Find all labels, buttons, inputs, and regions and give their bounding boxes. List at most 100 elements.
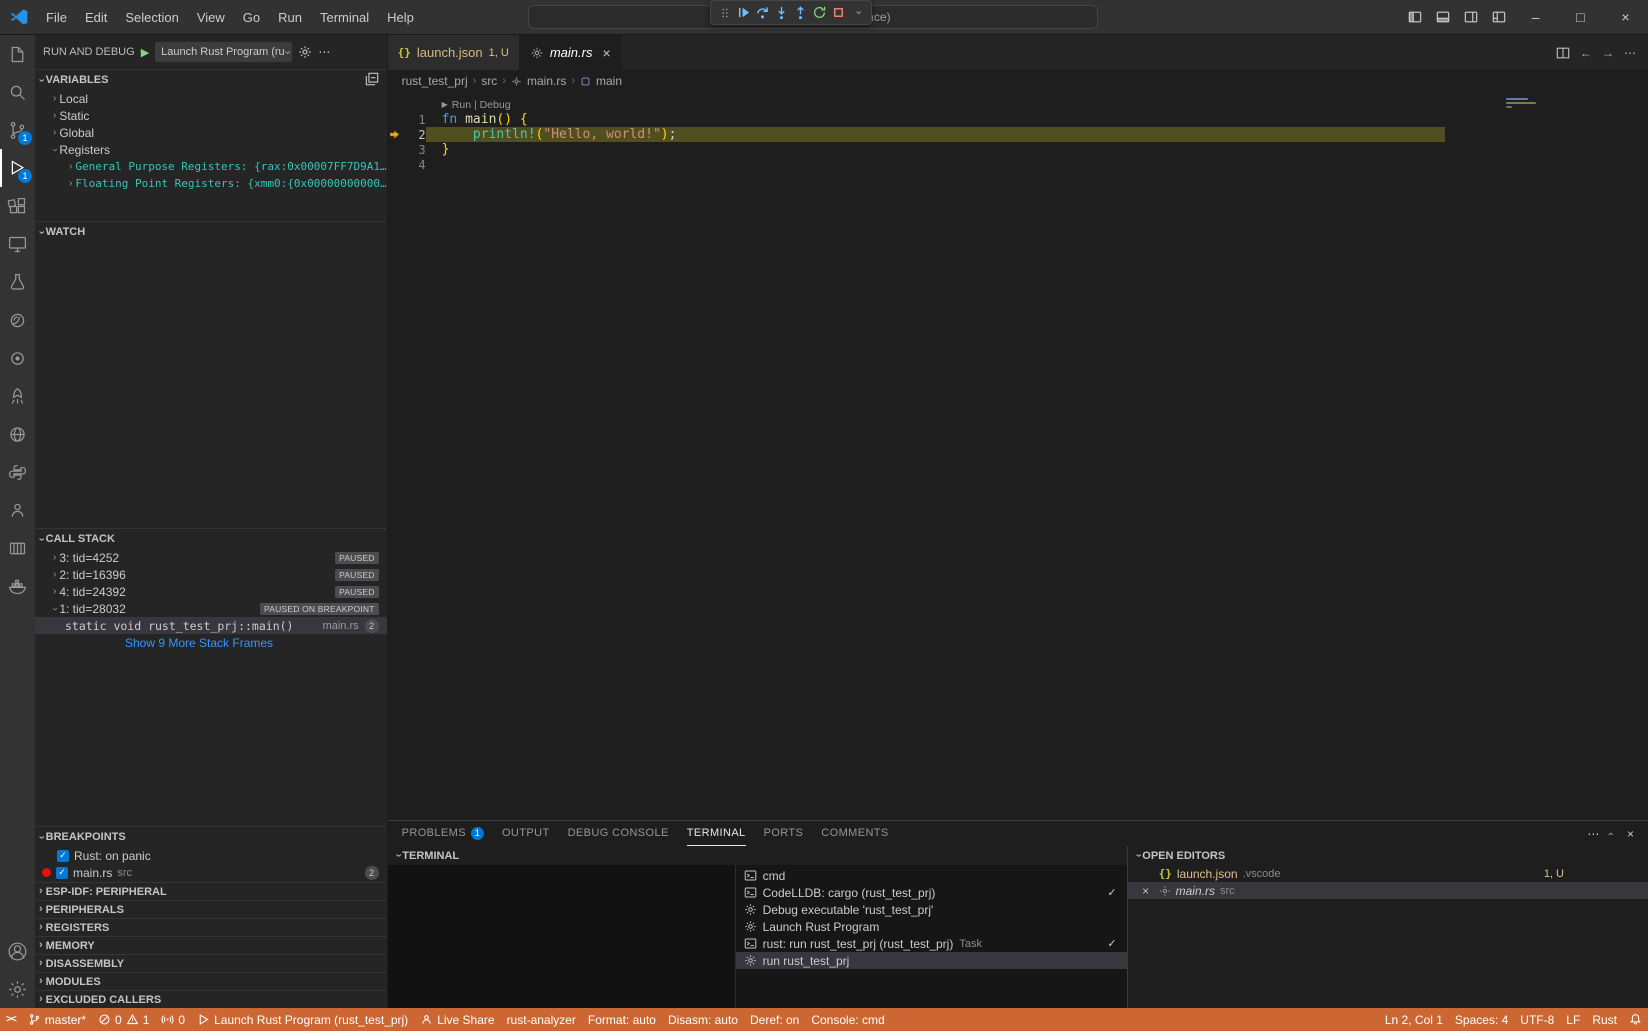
toggle-sidebar-icon[interactable] [1401,3,1429,31]
terminal-item-debug-executable[interactable]: Debug executable 'rust_test_prj' [736,901,1127,918]
current-frame-arrow-icon[interactable] [388,129,402,140]
menu-help[interactable]: Help [378,7,423,28]
tab-launch-json[interactable]: {} launch.json 1, U [387,35,520,70]
minimize-icon[interactable]: – [1513,0,1558,34]
breakpoint-row[interactable]: ✓ main.rs src 2 [35,864,387,881]
tab-problems[interactable]: PROBLEMS 1 [402,821,484,846]
menu-view[interactable]: View [188,7,234,28]
source-control-icon[interactable]: 1 [0,111,35,149]
call-stack-header[interactable]: › CALL STACK [35,529,387,549]
nav-forward-icon[interactable]: → [1602,46,1614,60]
testing-icon[interactable] [0,263,35,301]
tab-terminal[interactable]: TERMINAL [686,821,746,846]
gripper-icon[interactable] [715,2,734,23]
codelens[interactable]: ▶ Run | Debug [442,98,1648,111]
tab-ports[interactable]: PORTS [764,821,804,846]
terminal-item-codelldb[interactable]: CodeLLDB: cargo (rust_test_prj) ✓ [736,884,1127,901]
menu-edit[interactable]: Edit [76,7,116,28]
settings-gear-icon[interactable] [0,970,35,1008]
debug-status-item[interactable]: Launch Rust Program (rust_test_prj) [191,1008,414,1031]
encoding-item[interactable]: UTF-8 [1514,1008,1560,1031]
watch-header[interactable]: › WATCH [35,222,387,242]
line-number[interactable]: 1 [402,113,425,127]
register-group-gpr[interactable]: › General Purpose Registers: {rax:0x00007… [35,158,387,175]
extensions-icon[interactable] [0,187,35,225]
terminal-item-launch-rust-program[interactable]: Launch Rust Program [736,918,1127,935]
open-editor-launch-json[interactable]: {} launch.json .vscode 1, U [1128,865,1648,882]
git-branch-item[interactable]: master* [22,1008,92,1031]
live-share-item[interactable]: Live Share [414,1008,500,1031]
start-debug-icon[interactable]: ▶ [141,46,149,59]
split-editor-icon[interactable] [1556,46,1570,60]
cursor-position-item[interactable]: Ln 2, Col 1 [1379,1008,1449,1031]
nav-back-icon[interactable]: ← [1580,46,1592,60]
tab-debug-console[interactable]: DEBUG CONSOLE [568,821,669,846]
line-number[interactable]: 4 [402,158,425,172]
panel-more-actions-icon[interactable]: ⋯ [1587,827,1599,841]
breakpoints-header[interactable]: › BREAKPOINTS [35,827,387,847]
terminal-item-run-rust-test-prj[interactable]: run rust_test_prj [735,952,1127,969]
rocket-icon[interactable] [0,377,35,415]
terminal-output[interactable] [388,865,735,1008]
explorer-icon[interactable] [0,35,35,73]
eol-item[interactable]: LF [1560,1008,1586,1031]
debug-step-into-icon[interactable] [772,2,791,23]
menu-terminal[interactable]: Terminal [311,7,378,28]
console-item[interactable]: Console: cmd [805,1008,890,1031]
open-editor-main-rs[interactable]: × main.rs src [1127,882,1648,899]
collapse-all-icon[interactable] [365,72,379,89]
minimap[interactable] [1505,96,1540,110]
run-and-debug-icon[interactable]: 1 [0,149,35,187]
tab-output[interactable]: OUTPUT [502,821,550,846]
problems-item[interactable]: 01 [92,1008,155,1031]
breakpoint-checkbox[interactable]: ✓ [56,866,68,879]
ports-item[interactable]: 0 [155,1008,191,1031]
debug-stop-icon[interactable] [829,2,848,23]
launch-config-select[interactable]: Launch Rust Program (ru › [155,42,293,62]
breadcrumb-file[interactable]: main.rs [527,74,566,88]
terminal-item-cmd[interactable]: cmd [736,867,1127,884]
search-icon[interactable] [0,73,35,111]
python-icon[interactable] [0,453,35,491]
language-mode-item[interactable]: Rust [1586,1008,1623,1031]
line-number[interactable]: 2 [402,128,425,142]
breadcrumb-project[interactable]: rust_test_prj [402,74,468,88]
customize-layout-icon[interactable] [1485,3,1513,31]
close-editor-icon[interactable]: × [1138,884,1154,898]
show-more-frames-link[interactable]: Show 9 More Stack Frames [35,634,387,651]
indentation-item[interactable]: Spaces: 4 [1449,1008,1514,1031]
more-editor-actions-icon[interactable]: ⋯ [1624,46,1636,60]
close-window-icon[interactable]: × [1603,0,1648,34]
live-share-icon[interactable] [0,491,35,529]
format-item[interactable]: Format: auto [582,1008,662,1031]
breadcrumb-symbol[interactable]: main [596,74,622,88]
stack-frame-row[interactable]: static void rust_test_prj::main() main.r… [35,617,387,634]
menu-run[interactable]: Run [269,7,311,28]
debug-restart-icon[interactable] [810,2,829,23]
wokwi-icon[interactable] [0,339,35,377]
maximize-icon[interactable]: □ [1558,0,1603,34]
register-group-fpr[interactable]: › Floating Point Registers: {xmm0:{0x0000… [35,175,387,192]
toggle-secondary-sidebar-icon[interactable] [1457,3,1485,31]
breakpoint-row[interactable]: ✓ Rust: on panic [35,847,387,864]
deref-item[interactable]: Deref: on [744,1008,805,1031]
rust-analyzer-item[interactable]: rust-analyzer [501,1008,582,1031]
thread-row[interactable]: › 2: tid=16396 PAUSED [35,566,387,583]
maximize-panel-icon[interactable]: › [1605,832,1620,836]
toggle-panel-icon[interactable] [1429,3,1457,31]
thread-row[interactable]: › 3: tid=4252 PAUSED [35,549,387,566]
terminal-view-header[interactable]: › TERMINAL [388,846,1127,865]
remote-explorer-icon[interactable] [0,225,35,263]
tab-comments[interactable]: COMMENTS [821,821,888,846]
menu-file[interactable]: File [37,7,76,28]
scope-static[interactable]: › Static [35,107,387,124]
line-number[interactable]: 3 [402,143,425,157]
close-tab-icon[interactable]: × [602,45,610,61]
open-editors-header[interactable]: › OPEN EDITORS [1128,846,1648,865]
thread-row[interactable]: › 4: tid=24392 PAUSED [35,583,387,600]
remote-indicator[interactable]: >< [0,1008,22,1031]
breadcrumb-src[interactable]: src [481,74,497,88]
thread-row[interactable]: › 1: tid=28032 PAUSED ON BREAKPOINT [35,600,387,617]
debug-continue-icon[interactable] [734,2,753,23]
globe-icon[interactable] [0,415,35,453]
